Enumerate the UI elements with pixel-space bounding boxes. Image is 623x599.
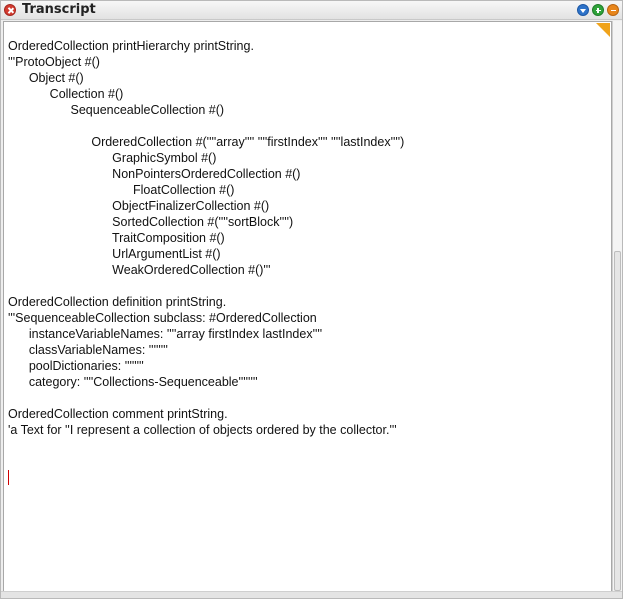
transcript-line: Object #() (8, 71, 84, 85)
transcript-line (8, 118, 404, 134)
transcript-line: '''SequenceableCollection subclass: #Ord… (8, 311, 317, 325)
transcript-line: WeakOrderedCollection #()''' (8, 263, 271, 277)
transcript-line: SequenceableCollection #() (8, 103, 225, 117)
menu-icon[interactable] (577, 4, 589, 16)
transcript-line: category: ''''Collections-Sequenceable''… (8, 375, 258, 389)
transcript-line: NonPointersOrderedCollection #() (8, 167, 301, 181)
transcript-line: OrderedCollection comment printString. (8, 407, 228, 421)
transcript-line: OrderedCollection #(''''array'''' ''''fi… (8, 135, 405, 149)
window-title: Transcript (22, 2, 96, 17)
text-cursor (8, 470, 9, 485)
transcript-line: poolDictionaries: '''''''' (8, 359, 144, 373)
transcript-line: TraitComposition #() (8, 231, 225, 245)
transcript-line (8, 390, 404, 406)
expand-icon[interactable] (592, 4, 604, 16)
transcript-line: SortedCollection #(''''sortBlock'''') (8, 215, 294, 229)
window-bottom-edge (1, 591, 622, 598)
transcript-line: 'a Text for ''I represent a collection o… (8, 423, 397, 437)
transcript-line: '''ProtoObject #() (8, 55, 100, 69)
close-icon[interactable] (4, 4, 16, 16)
transcript-line: UrlArgumentList #() (8, 247, 221, 261)
scrollbar-thumb[interactable] (614, 251, 621, 591)
transcript-line: GraphicSymbol #() (8, 151, 217, 165)
transcript-text-area[interactable]: OrderedCollection printHierarchy printSt… (3, 21, 612, 593)
transcript-lines: OrderedCollection printHierarchy printSt… (8, 38, 404, 438)
transcript-line: instanceVariableNames: ''''array firstIn… (8, 327, 323, 341)
transcript-line (8, 278, 404, 294)
transcript-line: FloatCollection #() (8, 183, 235, 197)
transcript-window: Transcript OrderedCollection printHierar… (0, 0, 623, 599)
corner-marker-icon[interactable] (596, 23, 610, 37)
collapse-icon[interactable] (607, 4, 619, 16)
transcript-line: classVariableNames: '''''''' (8, 343, 168, 357)
transcript-line: OrderedCollection printHierarchy printSt… (8, 39, 254, 53)
transcript-line: ObjectFinalizerCollection #() (8, 199, 270, 213)
title-bar[interactable]: Transcript (1, 1, 622, 20)
transcript-line: Collection #() (8, 87, 124, 101)
transcript-line: OrderedCollection definition printString… (8, 295, 227, 309)
vertical-scrollbar[interactable] (612, 21, 622, 593)
